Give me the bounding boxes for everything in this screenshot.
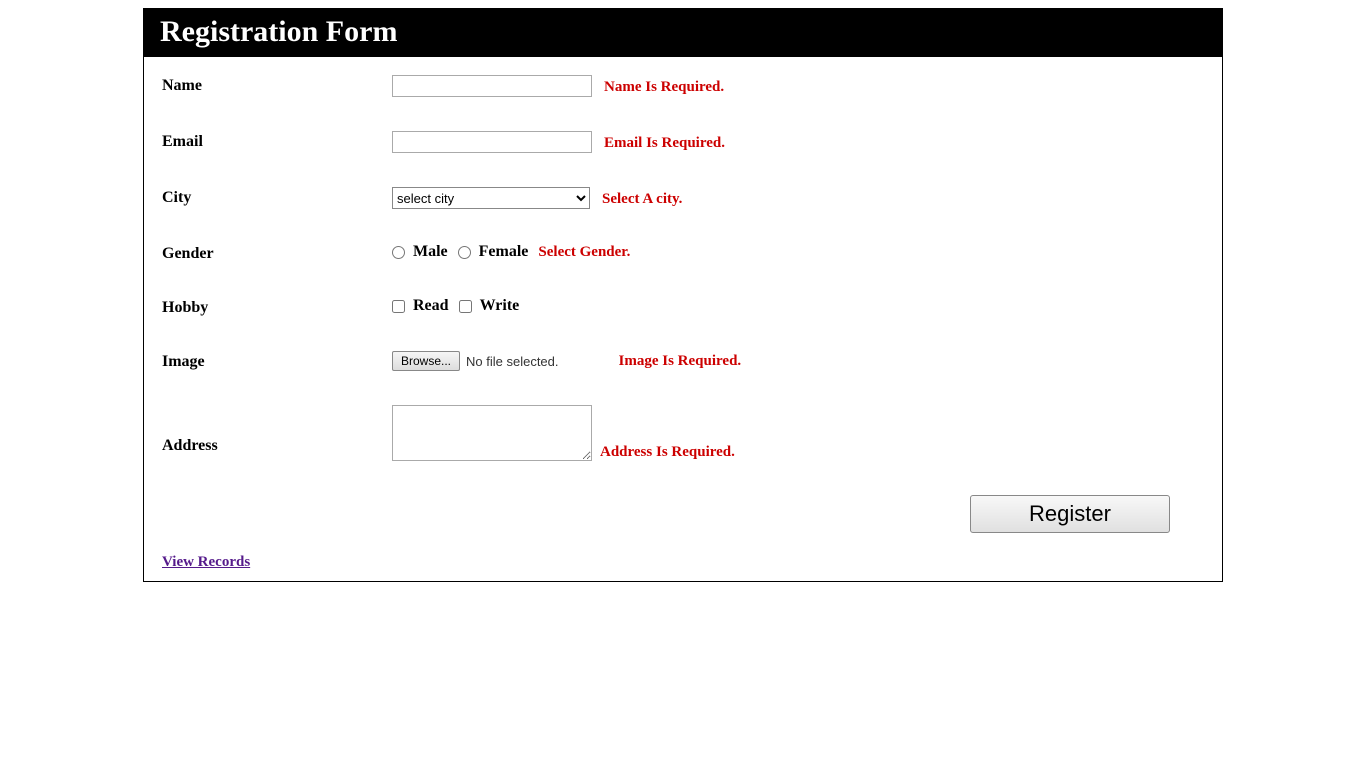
radio-female-label: Female (479, 243, 529, 260)
view-records-link[interactable]: View Records (162, 554, 250, 570)
register-button[interactable]: Register (970, 495, 1170, 533)
page-title: Registration Form (160, 15, 1206, 49)
city-select[interactable]: select city (392, 187, 590, 209)
row-gender: Gender Male Female Select Gender. (162, 243, 1204, 263)
email-input[interactable] (392, 131, 592, 153)
error-name: Name Is Required. (604, 79, 724, 95)
label-hobby: Hobby (162, 297, 392, 317)
checkbox-write-label: Write (480, 297, 520, 314)
row-link: View Records (162, 553, 1204, 571)
checkbox-write[interactable] (459, 300, 472, 313)
name-input[interactable] (392, 75, 592, 97)
radio-female[interactable] (458, 246, 471, 259)
form-container: Registration Form Name Name Is Required.… (143, 8, 1223, 582)
error-email: Email Is Required. (604, 135, 725, 151)
address-textarea[interactable] (392, 405, 592, 461)
error-address: Address Is Required. (600, 444, 735, 461)
label-name: Name (162, 75, 392, 95)
label-image: Image (162, 351, 392, 371)
label-city: City (162, 187, 392, 207)
checkbox-read[interactable] (392, 300, 405, 313)
row-email: Email Email Is Required. (162, 131, 1204, 153)
error-city: Select A city. (602, 191, 682, 207)
row-image: Image Browse... No file selected. Image … (162, 351, 1204, 371)
row-city: City select city Select A city. (162, 187, 1204, 209)
label-email: Email (162, 131, 392, 151)
row-address: Address Address Is Required. (162, 405, 1204, 461)
error-image: Image Is Required. (619, 353, 742, 370)
file-status-text: No file selected. (466, 354, 559, 369)
row-name: Name Name Is Required. (162, 75, 1204, 97)
error-gender: Select Gender. (538, 244, 630, 260)
browse-button[interactable]: Browse... (392, 351, 460, 371)
form-body: Name Name Is Required. Email Email Is Re… (144, 57, 1222, 581)
radio-male[interactable] (392, 246, 405, 259)
row-register: Register (162, 495, 1204, 533)
header: Registration Form (144, 9, 1222, 57)
checkbox-read-label: Read (413, 297, 449, 314)
label-gender: Gender (162, 243, 392, 263)
radio-male-label: Male (413, 243, 448, 260)
label-address: Address (162, 405, 392, 455)
row-hobby: Hobby Read Write (162, 297, 1204, 317)
